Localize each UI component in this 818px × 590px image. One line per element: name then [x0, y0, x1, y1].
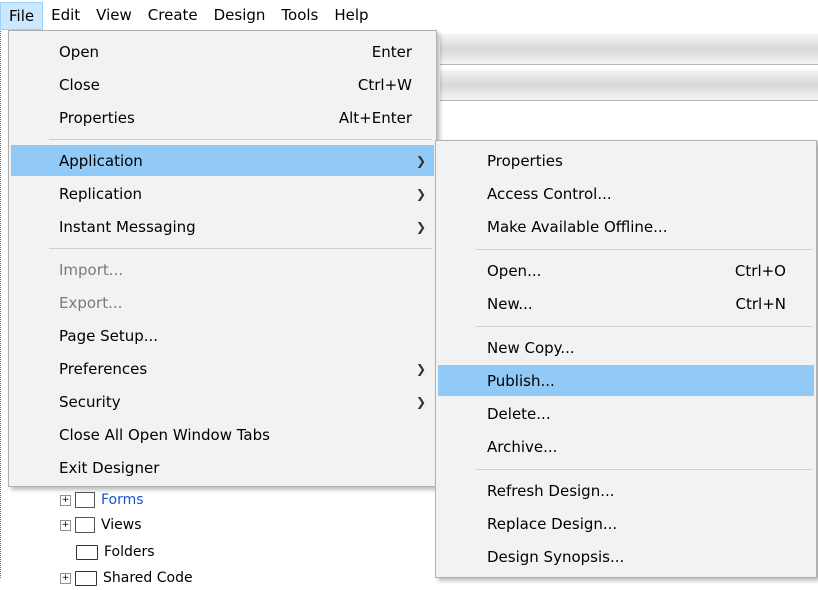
menu-separator — [476, 249, 812, 250]
menu-item-label: Properties — [487, 151, 563, 170]
menu-item-label: New... — [487, 294, 533, 313]
tree-item-shared-code[interactable]: + Shared Code — [60, 566, 193, 590]
menu-item-label: Instant Messaging — [59, 217, 196, 236]
tree-label-shared-code: Shared Code — [103, 570, 193, 586]
menu-item-label: Open — [59, 42, 100, 61]
submenu-item-delete[interactable]: Delete... — [438, 398, 814, 429]
menu-item-label: Make Available Offline... — [487, 217, 668, 236]
menu-item-properties[interactable]: Properties Alt+Enter — [11, 102, 434, 133]
menu-item-label: Design Synopsis... — [487, 547, 625, 566]
menu-tools[interactable]: Tools — [273, 0, 326, 30]
expand-icon[interactable]: + — [60, 519, 71, 531]
menu-separator — [49, 139, 432, 140]
menu-item-shortcut: Enter — [371, 42, 412, 61]
tree-label-forms: Forms — [101, 492, 144, 508]
menu-item-shortcut: Alt+Enter — [338, 108, 412, 127]
menu-item-label: Exit Designer — [59, 458, 160, 477]
background-tab-bar — [440, 70, 818, 101]
menu-item-label: Close All Open Window Tabs — [59, 425, 270, 444]
menu-item-label: Replication — [59, 184, 143, 203]
menu-separator — [49, 248, 432, 249]
menu-item-export[interactable]: Export... — [11, 287, 434, 318]
menu-separator — [476, 326, 812, 327]
tree-item-forms[interactable]: + Forms — [60, 488, 144, 512]
submenu-item-new[interactable]: New... Ctrl+N — [438, 288, 814, 319]
menu-item-instant-messaging[interactable]: Instant Messaging ❯ — [11, 211, 434, 242]
menu-design[interactable]: Design — [206, 0, 274, 30]
menu-item-label: New Copy... — [487, 338, 575, 357]
file-menu: Open Enter Close Ctrl+W Properties Alt+E… — [8, 30, 437, 487]
menu-item-label: Import... — [59, 260, 124, 279]
background-toolbar — [440, 34, 818, 65]
menu-item-label: Page Setup... — [59, 326, 159, 345]
submenu-item-archive[interactable]: Archive... — [438, 431, 814, 462]
window-border-left — [0, 0, 1, 578]
expand-icon[interactable]: + — [60, 572, 71, 584]
submenu-arrow-icon: ❯ — [415, 394, 426, 409]
submenu-item-open[interactable]: Open... Ctrl+O — [438, 255, 814, 286]
design-tree: + Forms + Views Folders + Shared Code — [60, 488, 440, 586]
submenu-arrow-icon: ❯ — [415, 361, 426, 376]
menu-item-label: Open... — [487, 261, 542, 280]
menu-item-label: Close — [59, 75, 100, 94]
tree-item-views[interactable]: + Views — [60, 513, 142, 537]
submenu-item-access-control[interactable]: Access Control... — [438, 178, 814, 209]
menu-item-label: Security — [59, 392, 121, 411]
submenu-item-design-synopsis[interactable]: Design Synopsis... — [438, 541, 814, 572]
submenu-arrow-icon: ❯ — [415, 219, 426, 234]
submenu-item-publish[interactable]: Publish... — [438, 365, 814, 396]
view-icon — [75, 517, 95, 533]
form-icon — [75, 492, 95, 508]
tree-item-folders[interactable]: Folders — [76, 540, 155, 564]
menu-item-label: Preferences — [59, 359, 148, 378]
menu-separator — [476, 469, 812, 470]
menu-item-close[interactable]: Close Ctrl+W — [11, 69, 434, 100]
menu-item-label: Access Control... — [487, 184, 612, 203]
expand-icon[interactable]: + — [60, 494, 71, 506]
menu-item-label: Replace Design... — [487, 514, 618, 533]
folder-icon — [76, 544, 98, 560]
menu-file[interactable]: File — [0, 1, 44, 30]
tree-label-views: Views — [101, 517, 142, 533]
shared-code-icon — [75, 570, 97, 586]
menu-item-shortcut: Ctrl+W — [357, 75, 412, 94]
submenu-item-replace-design[interactable]: Replace Design... — [438, 508, 814, 539]
menu-bar: File Edit View Create Design Tools Help — [0, 0, 818, 30]
menu-item-label: Publish... — [487, 371, 555, 390]
menu-item-close-all-tabs[interactable]: Close All Open Window Tabs — [11, 419, 434, 450]
menu-create[interactable]: Create — [140, 0, 206, 30]
submenu-item-properties[interactable]: Properties — [438, 145, 814, 176]
menu-item-page-setup[interactable]: Page Setup... — [11, 320, 434, 351]
menu-item-preferences[interactable]: Preferences ❯ — [11, 353, 434, 384]
menu-item-label: Export... — [59, 293, 123, 312]
menu-item-security[interactable]: Security ❯ — [11, 386, 434, 417]
submenu-arrow-icon: ❯ — [415, 153, 426, 168]
menu-help[interactable]: Help — [326, 0, 376, 30]
submenu-item-make-available-offline[interactable]: Make Available Offline... — [438, 211, 814, 242]
menu-item-label: Archive... — [487, 437, 558, 456]
tree-label-folders: Folders — [104, 544, 155, 560]
menu-edit[interactable]: Edit — [43, 0, 88, 30]
application-submenu: Properties Access Control... Make Availa… — [435, 140, 817, 578]
menu-item-label: Application — [59, 151, 143, 170]
menu-item-label: Delete... — [487, 404, 551, 423]
menu-item-exit[interactable]: Exit Designer — [11, 452, 434, 483]
menu-item-label: Properties — [59, 108, 135, 127]
submenu-item-refresh-design[interactable]: Refresh Design... — [438, 475, 814, 506]
submenu-arrow-icon: ❯ — [415, 186, 426, 201]
menu-item-application[interactable]: Application ❯ — [11, 145, 434, 176]
menu-item-shortcut: Ctrl+O — [734, 261, 786, 280]
menu-item-replication[interactable]: Replication ❯ — [11, 178, 434, 209]
menu-item-open[interactable]: Open Enter — [11, 36, 434, 67]
menu-view[interactable]: View — [88, 0, 140, 30]
menu-item-shortcut: Ctrl+N — [735, 294, 786, 313]
menu-item-import[interactable]: Import... — [11, 254, 434, 285]
menu-item-label: Refresh Design... — [487, 481, 615, 500]
submenu-item-new-copy[interactable]: New Copy... — [438, 332, 814, 363]
